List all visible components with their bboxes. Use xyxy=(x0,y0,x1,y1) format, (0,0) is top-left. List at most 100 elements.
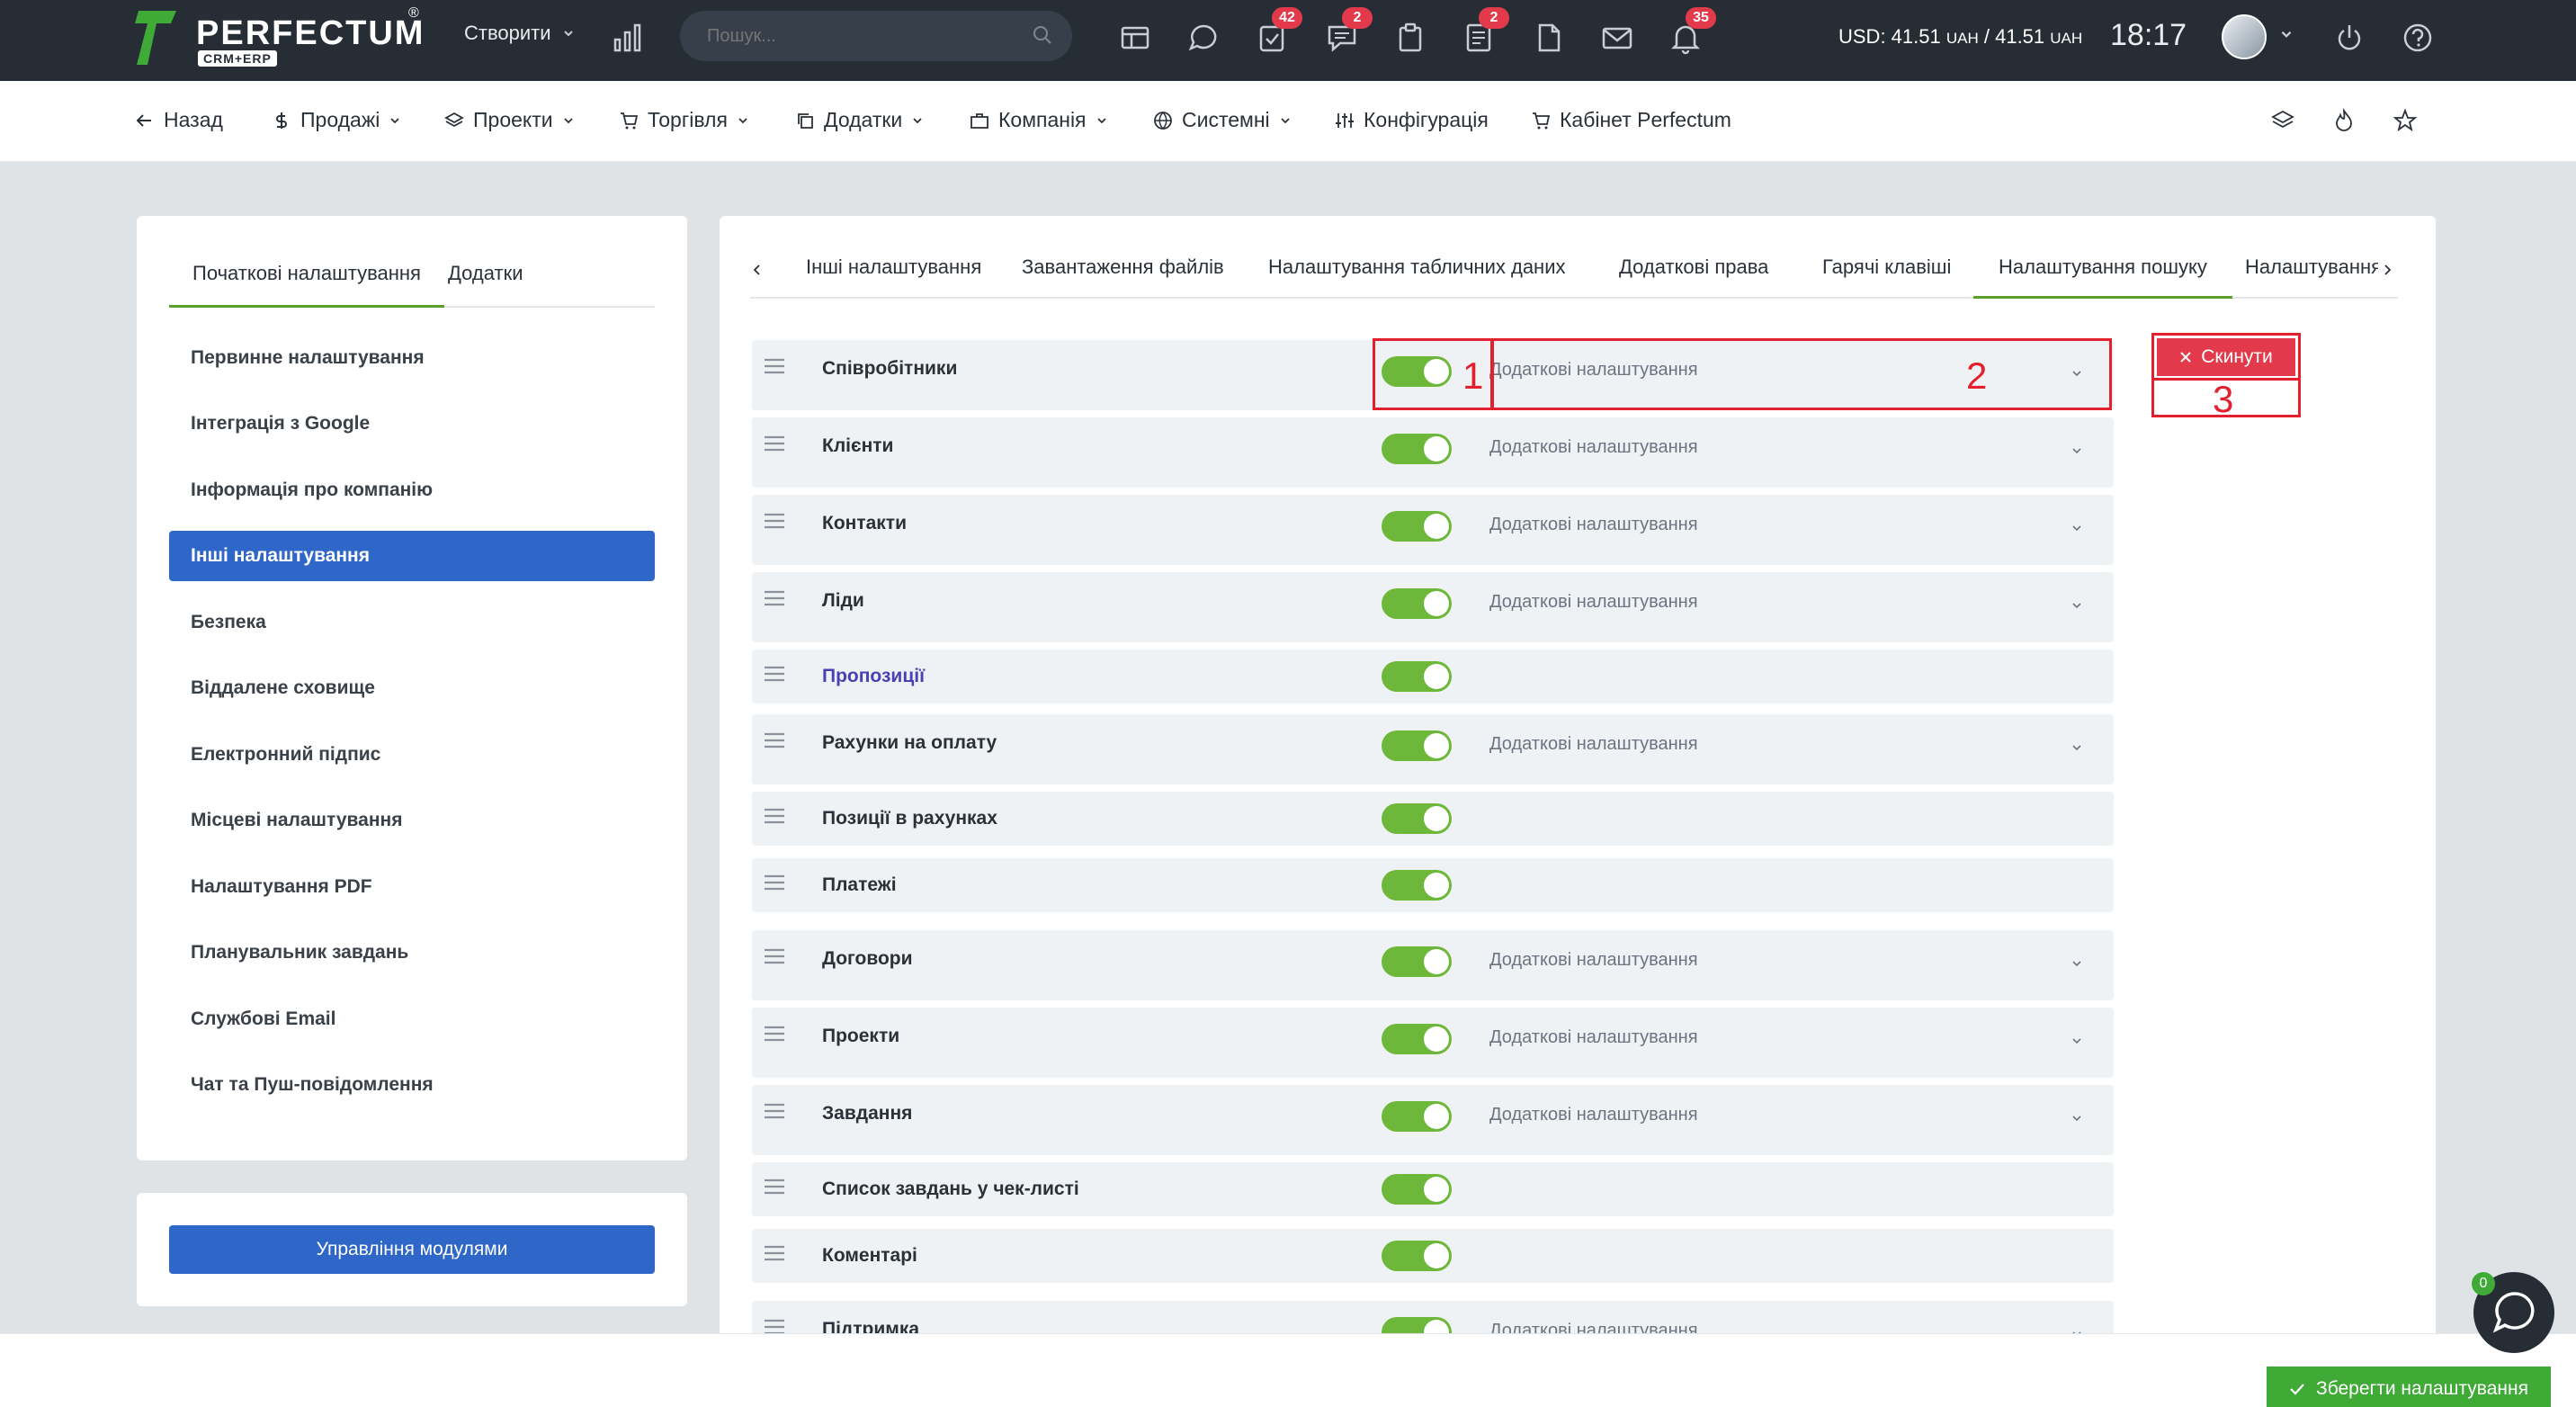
extra-settings-dropdown[interactable]: Додаткові налаштування xyxy=(1489,437,2101,466)
perfectum-logo[interactable]: PERFECTUM CRM+ERP ® xyxy=(135,5,432,70)
chat-widget-button[interactable]: 0 xyxy=(2472,1272,2554,1353)
fire-icon[interactable] xyxy=(2331,108,2357,133)
tab-hotkeys[interactable]: Гарячі клавіші xyxy=(1797,243,1976,299)
user-avatar[interactable] xyxy=(2222,14,2267,59)
main-navigation: Назад Продажі Проекти Торгівля Додатки К… xyxy=(0,81,2576,162)
drag-handle-icon[interactable] xyxy=(763,730,786,750)
reports-chart-icon[interactable] xyxy=(610,20,646,56)
drag-handle-icon[interactable] xyxy=(763,664,786,684)
clock-time: 18:17 xyxy=(2110,18,2187,52)
document-icon[interactable] xyxy=(1531,20,1567,56)
manage-modules-button[interactable]: Управління модулями xyxy=(169,1225,655,1274)
drag-handle-icon[interactable] xyxy=(763,946,786,966)
sidebar-item-primary-setup[interactable]: Первинне налаштування xyxy=(169,333,655,383)
sidebar-item-remote-storage[interactable]: Віддалене сховище xyxy=(169,663,655,713)
nav-addons[interactable]: Додатки xyxy=(795,108,924,132)
extra-settings-dropdown[interactable]: Додаткові налаштування xyxy=(1489,1027,2101,1056)
nav-company[interactable]: Компанія xyxy=(970,108,1108,132)
mail-icon[interactable] xyxy=(1599,20,1635,56)
toggle-knob xyxy=(1424,1243,1449,1268)
drag-handle-icon[interactable] xyxy=(763,1024,786,1044)
extra-settings-dropdown[interactable]: Додаткові налаштування xyxy=(1489,950,2101,979)
nav-cabinet[interactable]: Кабінет Perfectum xyxy=(1531,108,1731,132)
search-enabled-toggle[interactable] xyxy=(1382,1101,1452,1132)
toggle-knob xyxy=(1424,664,1449,689)
drag-handle-icon[interactable] xyxy=(763,873,786,892)
sidebar-item-google[interactable]: Інтеграція з Google xyxy=(169,399,655,449)
tasks-button[interactable]: 42 xyxy=(1254,7,1302,56)
extra-settings-dropdown[interactable]: Додаткові налаштування xyxy=(1489,1105,2101,1134)
clipboard-icon[interactable] xyxy=(1392,20,1428,56)
drag-handle-icon[interactable] xyxy=(763,806,786,826)
search-enabled-toggle[interactable] xyxy=(1382,1174,1452,1205)
sidebar-item-scheduler[interactable]: Планувальник завдань xyxy=(169,928,655,978)
nav-trade[interactable]: Торгівля xyxy=(619,108,749,132)
sidebar-item-e-signature[interactable]: Електронний підпис xyxy=(169,730,655,780)
search-enabled-toggle[interactable] xyxy=(1382,434,1452,464)
save-settings-button[interactable]: Зберегти налаштування xyxy=(2267,1367,2551,1407)
create-menu-button[interactable]: Створити xyxy=(464,22,575,45)
extra-settings-label: Додаткові налаштування xyxy=(1489,437,1698,457)
drag-handle-icon[interactable] xyxy=(763,356,786,376)
currency-unit-1: UAH xyxy=(1945,30,1979,47)
tab-more-settings[interactable]: Налаштування xyxy=(2220,243,2378,299)
layers-icon[interactable] xyxy=(2270,108,2295,133)
sidebar-item-company-info[interactable]: Інформація про компанію xyxy=(169,465,655,515)
drag-handle-icon[interactable] xyxy=(763,588,786,608)
nav-system[interactable]: Системні xyxy=(1153,108,1292,132)
tab-table-data[interactable]: Налаштування табличних даних xyxy=(1243,243,1591,299)
discussions-button[interactable]: 2 xyxy=(1324,7,1373,56)
chevron-left-icon[interactable] xyxy=(750,263,765,277)
search-enabled-toggle[interactable] xyxy=(1382,803,1452,834)
extra-settings-dropdown[interactable]: Додаткові налаштування xyxy=(1489,592,2101,621)
drag-handle-icon[interactable] xyxy=(763,1101,786,1121)
nav-config[interactable]: Конфігурація xyxy=(1335,108,1489,132)
star-icon[interactable] xyxy=(2393,108,2418,133)
notes-badge: 2 xyxy=(1479,7,1509,29)
notes-button[interactable]: 2 xyxy=(1461,7,1509,56)
search-enabled-toggle[interactable] xyxy=(1382,946,1452,977)
global-search[interactable] xyxy=(680,11,1072,61)
drag-handle-icon[interactable] xyxy=(763,1243,786,1263)
drag-handle-icon[interactable] xyxy=(763,434,786,453)
chat-icon[interactable] xyxy=(1185,20,1221,56)
search-enabled-toggle[interactable] xyxy=(1382,730,1452,761)
search-enabled-toggle[interactable] xyxy=(1382,511,1452,542)
sidebar-item-other-settings[interactable]: Інші налаштування xyxy=(169,531,655,581)
tab-extra-permissions[interactable]: Додаткові права xyxy=(1594,243,1793,299)
annotation-number-1: 1 xyxy=(1462,354,1484,397)
search-enabled-toggle[interactable] xyxy=(1382,1024,1452,1054)
nav-sales[interactable]: Продажі xyxy=(272,108,401,132)
tab-initial-settings[interactable]: Початкові налаштування xyxy=(169,257,444,308)
nav-projects[interactable]: Проекти xyxy=(444,108,575,132)
sidebar-item-locale[interactable]: Місцеві налаштування xyxy=(169,795,655,846)
table-view-icon[interactable] xyxy=(1117,20,1153,56)
tab-addons[interactable]: Додатки xyxy=(425,257,546,308)
chevron-right-icon[interactable] xyxy=(2380,263,2394,277)
drag-handle-icon[interactable] xyxy=(763,1177,786,1196)
search-enabled-toggle[interactable] xyxy=(1382,1241,1452,1271)
sidebar-item-service-email[interactable]: Службові Email xyxy=(169,994,655,1044)
sidebar-item-chat-push[interactable]: Чат та Пуш-повідомлення xyxy=(169,1060,655,1110)
nav-back[interactable]: Назад xyxy=(135,108,223,132)
tabs-scroll-area: Інші налаштування Завантаження файлів На… xyxy=(781,243,2378,299)
chevron-down-icon xyxy=(2072,603,2081,609)
extra-settings-dropdown[interactable]: Додаткові налаштування xyxy=(1489,515,2101,543)
search-enabled-toggle[interactable] xyxy=(1382,588,1452,619)
search-enabled-toggle[interactable] xyxy=(1382,870,1452,901)
extra-settings-dropdown[interactable]: Додаткові налаштування xyxy=(1489,734,2101,763)
tab-search-settings[interactable]: Налаштування пошуку xyxy=(1973,243,2232,299)
power-icon[interactable] xyxy=(2331,20,2367,56)
chevron-down-icon[interactable] xyxy=(2279,27,2294,41)
search-input[interactable] xyxy=(707,23,1013,49)
notifications-button[interactable]: 35 xyxy=(1668,7,1716,56)
tab-other-settings[interactable]: Інші налаштування xyxy=(781,243,1006,299)
top-bar: PERFECTUM CRM+ERP ® Створити 42 2 2 xyxy=(0,0,2576,81)
tab-file-uploads[interactable]: Завантаження файлів xyxy=(997,243,1249,299)
sidebar-item-security[interactable]: Безпека xyxy=(169,597,655,648)
sidebar-item-pdf[interactable]: Налаштування PDF xyxy=(169,862,655,912)
drag-handle-icon[interactable] xyxy=(763,511,786,531)
module-label: Список завдань у чек-листі xyxy=(822,1178,1079,1199)
search-enabled-toggle[interactable] xyxy=(1382,661,1452,692)
help-icon[interactable] xyxy=(2400,20,2436,56)
